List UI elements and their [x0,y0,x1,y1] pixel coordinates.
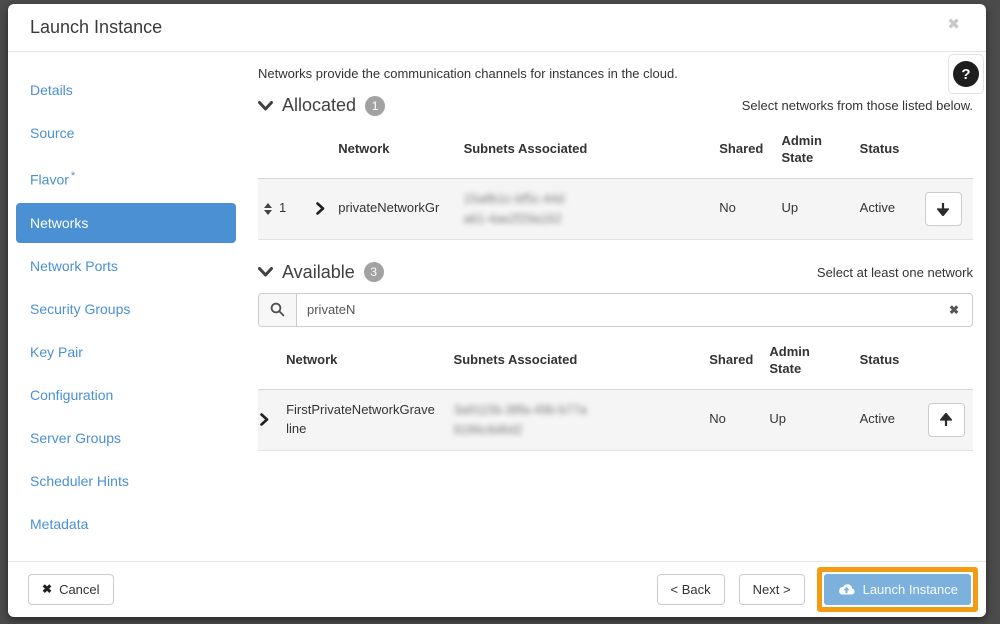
action-highlight-box: Launch Instance [816,567,978,612]
next-button[interactable]: Next > [738,574,805,605]
sidebar-item-label: Key Pair [30,343,83,360]
admin-state-value: Up [769,411,787,427]
available-count-badge: 3 [363,262,384,283]
available-collapse-toggle[interactable]: Available 3 [258,262,384,283]
available-title: Available [282,261,355,282]
arrow-down-icon [937,202,950,216]
drag-reorder-icon[interactable] [264,202,272,215]
chevron-right-icon [316,202,325,216]
sidebar-item-security-groups[interactable]: Security Groups [16,289,236,329]
launch-instance-modal: Launch Instance ✖ ? Details Source Flavo… [8,4,986,617]
allocated-table: Network Subnets Associated Shared Admin … [258,120,973,240]
sidebar-item-scheduler-hints[interactable]: Scheduler Hints [16,461,236,501]
shared-value: No [719,200,736,216]
subnet-redacted: 15a8b1c-bf5c-44d [463,191,565,206]
search-addon [259,293,297,326]
sidebar-item-configuration[interactable]: Configuration [16,375,236,415]
col-status: Status [859,141,900,157]
sidebar-item-metadata[interactable]: Metadata [16,504,236,544]
col-shared: Shared [719,141,764,157]
sidebar-item-details[interactable]: Details [16,70,236,110]
col-status: Status [859,352,900,368]
sidebar-item-networks[interactable]: Networks [16,202,236,243]
row-expander[interactable] [260,413,276,426]
modal-footer: ✖ Cancel < Back Next > Launch Instance [8,561,986,617]
col-network: Network [286,352,338,368]
allocated-section-header: Allocated 1 Select networks from those l… [258,95,973,116]
allocated-table-header-row: Network Subnets Associated Shared Admin … [258,120,973,179]
sidebar-item-label: Scheduler Hints [30,472,129,489]
modal-header: Launch Instance ✖ [8,4,986,52]
sidebar-item-network-ports[interactable]: Network Ports [16,246,236,286]
network-name: privateNetworkGr [338,200,440,216]
shared-value: No [709,411,726,427]
sidebar-item-label: Server Groups [30,429,122,446]
sidebar-item-label: Details [30,82,73,98]
back-button[interactable]: < Back [656,574,725,605]
network-filter: ✖ [258,292,973,327]
col-admin-state: Admin State [769,343,810,376]
col-subnets: Subnets Associated [463,141,588,157]
status-value: Active [859,411,896,427]
required-asterisk: * [70,170,76,182]
wizard-step-nav: Details Source Flavor * Networks Network … [8,52,258,561]
close-icon[interactable]: ✖ [947,17,960,32]
step-description: Networks provide the communication chann… [258,66,678,81]
network-name: FirstPrivateNetworkGraveline [286,401,435,436]
sidebar-item-label: Network Ports [30,257,118,274]
modal-body: Details Source Flavor * Networks Network … [8,52,986,561]
sidebar-item-label: Metadata [30,515,89,532]
allocated-title: Allocated [282,95,357,115]
networks-step-content: Networks provide the communication chann… [258,52,973,561]
modal-title: Launch Instance [30,17,163,37]
sidebar-item-flavor[interactable]: Flavor * [16,156,236,200]
col-admin-state: Admin State [781,133,822,165]
chevron-down-icon [258,267,273,277]
available-table-header-row: Network Subnets Associated Shared Admin … [258,331,973,390]
admin-state-value: Up [781,200,799,216]
available-section-header: Available 3 Select at least one network [258,262,973,283]
subnet-redacted: a61-4ae2f29a162 [463,211,562,226]
allocated-network-row: 1 privateNetworkGr 15a8b1c-bf5c-44d a61-… [258,178,973,240]
help-button[interactable]: ? [948,54,984,94]
sidebar-item-label: Configuration [30,386,114,403]
deallocate-network-button[interactable] [924,191,962,226]
available-table: Network Subnets Associated Shared Admin … [258,331,973,451]
allocated-collapse-toggle[interactable]: Allocated 1 [258,95,386,116]
chevron-right-icon [260,413,269,426]
status-value: Active [859,200,896,216]
allocate-network-button[interactable] [927,402,965,437]
arrow-up-icon [940,412,953,426]
chevron-down-icon [258,100,273,110]
sidebar-item-server-groups[interactable]: Server Groups [16,418,236,458]
cancel-button[interactable]: ✖ Cancel [28,574,114,605]
sidebar-item-label: Security Groups [30,300,131,317]
available-network-row: FirstPrivateNetworkGraveline 3a9115b-38f… [258,389,973,451]
sidebar-item-label: Source [30,125,75,141]
x-icon: ✖ [42,582,53,596]
sidebar-item-source[interactable]: Source [16,113,236,153]
question-mark-icon: ? [953,61,979,87]
sidebar-item-label: Networks [30,214,89,231]
available-hint: Select at least one network [816,264,973,280]
col-subnets: Subnets Associated [453,352,578,368]
allocation-order: 1 [279,200,287,216]
allocated-count-badge: 1 [365,95,386,116]
subnet-redacted: 3a9115b-38fa-49b-b77a [453,402,587,417]
search-input[interactable] [297,293,936,326]
row-expander[interactable] [316,202,328,216]
subnet-redacted: 9186c6d6d2 [453,422,523,437]
sidebar-item-key-pair[interactable]: Key Pair [16,332,236,372]
search-icon [270,302,285,317]
launch-instance-button[interactable]: Launch Instance [823,574,971,605]
col-shared: Shared [709,352,754,368]
cloud-upload-icon [838,584,855,595]
allocated-hint: Select networks from those listed below. [741,98,973,113]
clear-search-icon[interactable]: ✖ [936,294,972,326]
col-network: Network [338,141,390,157]
sidebar-item-label: Flavor [30,171,69,188]
